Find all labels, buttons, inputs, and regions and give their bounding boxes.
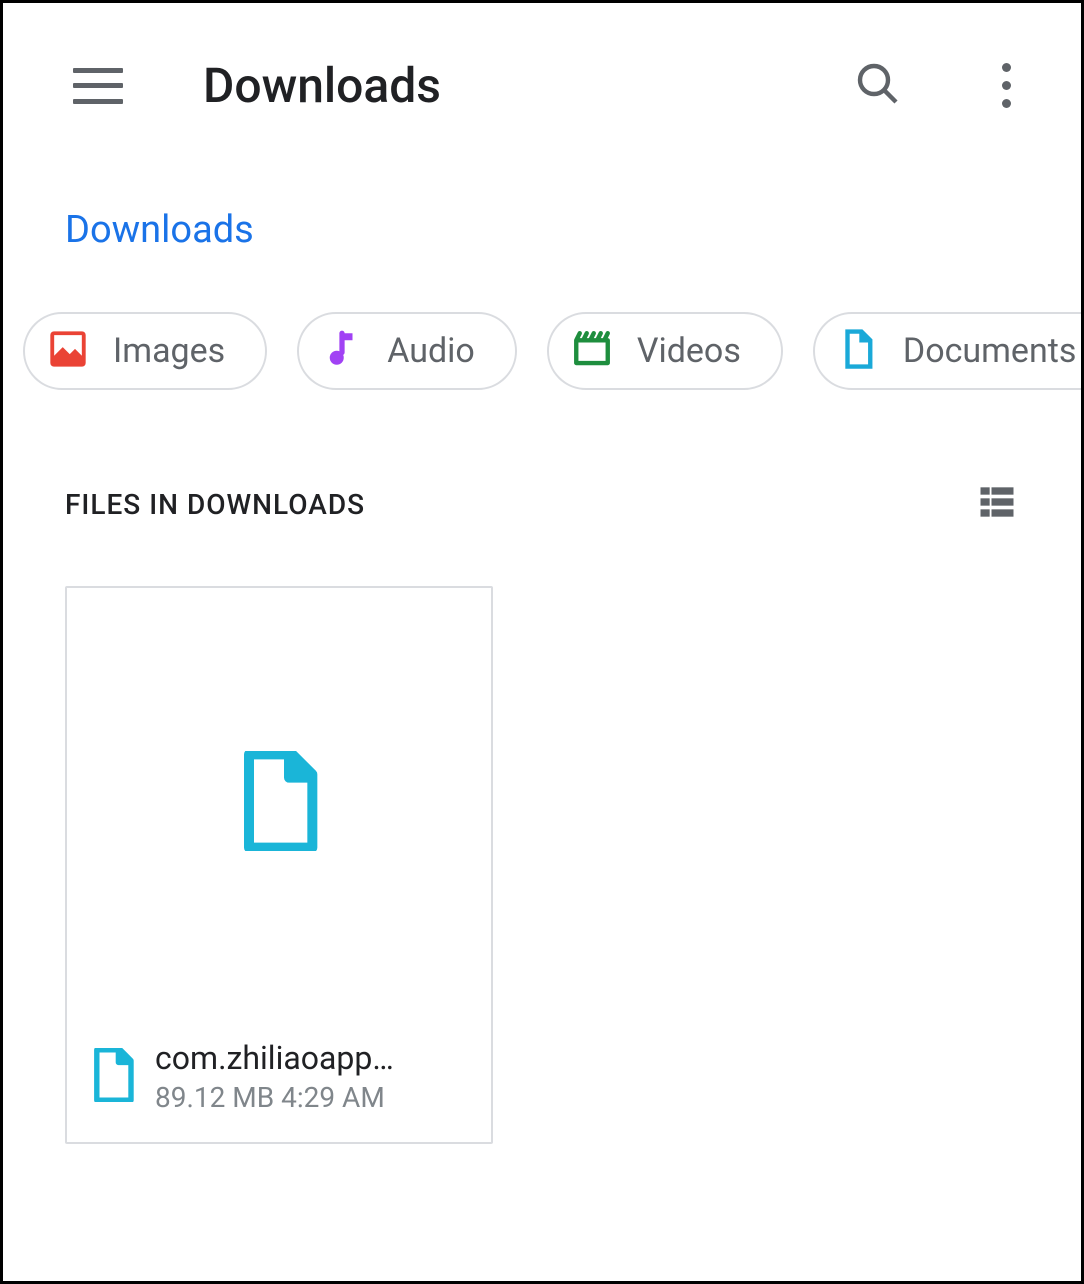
breadcrumb-current[interactable]: Downloads (65, 208, 254, 252)
file-meta: 89.12 MB 4:29 AM (155, 1081, 467, 1114)
file-footer: com.zhiliaoapp… 89.12 MB 4:29 AM (67, 1017, 491, 1142)
file-icon (238, 751, 320, 855)
file-preview (67, 588, 491, 1017)
filter-chips-row: Images Audio Videos Documents (3, 282, 1081, 420)
chip-label: Audio (387, 331, 475, 371)
section-title: FILES IN DOWNLOADS (65, 488, 365, 521)
filter-chip-documents[interactable]: Documents (813, 312, 1081, 390)
filter-chip-audio[interactable]: Audio (297, 312, 517, 390)
files-grid: com.zhiliaoapp… 89.12 MB 4:29 AM (3, 538, 1081, 1192)
video-icon (571, 328, 613, 374)
section-header: FILES IN DOWNLOADS (3, 420, 1081, 538)
chip-label: Images (113, 331, 225, 371)
more-options-icon[interactable] (982, 53, 1031, 118)
filter-chip-images[interactable]: Images (23, 312, 267, 390)
document-icon (837, 328, 879, 374)
chip-label: Documents (903, 331, 1077, 371)
file-type-icon (91, 1048, 135, 1106)
audio-icon (321, 328, 363, 374)
search-icon[interactable] (854, 60, 902, 112)
breadcrumb: Downloads (3, 158, 1081, 282)
image-icon (47, 328, 89, 374)
file-name: com.zhiliaoapp… (155, 1039, 467, 1077)
file-item[interactable]: com.zhiliaoapp… 89.12 MB 4:29 AM (65, 586, 493, 1144)
filter-chip-videos[interactable]: Videos (547, 312, 783, 390)
hamburger-menu-icon[interactable] (73, 68, 123, 104)
page-title: Downloads (203, 57, 804, 114)
list-view-toggle-icon[interactable] (975, 480, 1019, 528)
toolbar: Downloads (3, 3, 1081, 158)
chip-label: Videos (637, 331, 741, 371)
